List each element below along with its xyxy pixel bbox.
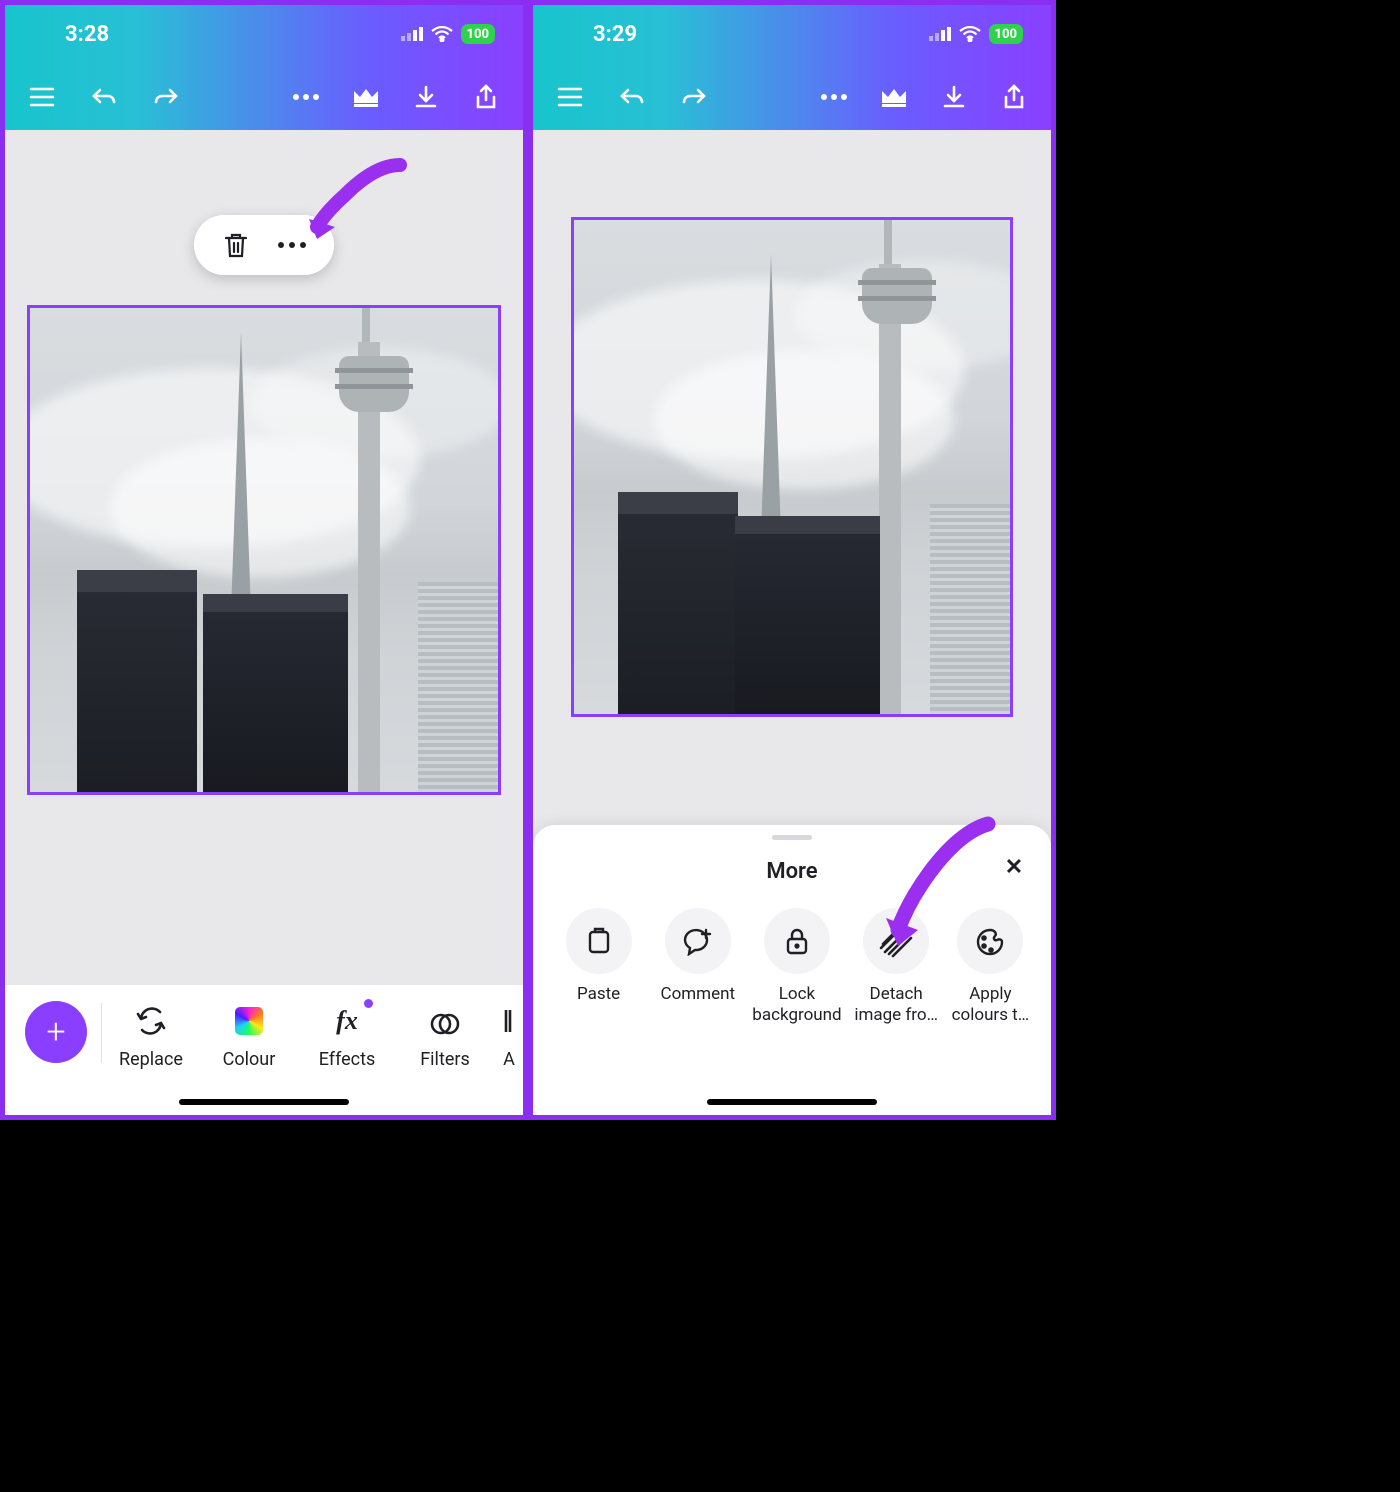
city-photo <box>30 308 498 792</box>
comment-icon <box>665 908 731 974</box>
crown-icon[interactable] <box>879 82 909 112</box>
selected-image[interactable] <box>27 305 501 795</box>
toolbar-label: Replace <box>119 1049 183 1070</box>
battery-indicator: 100 <box>461 24 496 44</box>
status-bar: 3:28 100 <box>5 5 523 63</box>
header-toolbar <box>533 63 1051 130</box>
city-photo <box>574 220 1010 714</box>
battery-indicator: 100 <box>989 24 1024 44</box>
bottom-toolbar: + Replace Colour fx Effects Filters A <box>5 985 523 1115</box>
signal-icon <box>401 27 423 41</box>
toolbar-item-filters[interactable]: Filters <box>396 997 494 1070</box>
more-header-icon[interactable] <box>291 82 321 112</box>
redo-icon[interactable] <box>151 82 181 112</box>
sheet-title: More <box>766 859 817 884</box>
app-header: 3:29 100 <box>533 5 1051 130</box>
action-label: Paste <box>577 984 620 1005</box>
redo-icon[interactable] <box>679 82 709 112</box>
wifi-icon <box>959 26 981 42</box>
toolbar-label: Effects <box>319 1049 376 1070</box>
toolbar-label: A <box>503 1049 515 1070</box>
action-label: Lock background <box>747 984 846 1027</box>
home-indicator <box>179 1099 349 1105</box>
app-header: 3:28 100 <box>5 5 523 130</box>
status-icons: 100 <box>401 24 496 44</box>
download-icon[interactable] <box>939 82 969 112</box>
screenshot-left: 3:28 100 <box>0 0 528 1120</box>
share-icon[interactable] <box>999 82 1029 112</box>
wifi-icon <box>431 26 453 42</box>
undo-icon[interactable] <box>89 82 119 112</box>
action-label: Detach image fro… <box>847 984 946 1027</box>
status-time: 3:29 <box>593 22 637 47</box>
selected-image[interactable] <box>571 217 1013 717</box>
action-lock-background[interactable]: Lock background <box>747 908 846 1027</box>
paste-icon <box>566 908 632 974</box>
toolbar-label: Filters <box>420 1049 470 1070</box>
sheet-handle[interactable] <box>772 835 812 840</box>
action-label: Comment <box>661 984 736 1005</box>
crown-icon[interactable] <box>351 82 381 112</box>
menu-icon[interactable] <box>27 82 57 112</box>
signal-icon <box>929 27 951 41</box>
effects-icon: fx <box>329 1003 365 1039</box>
home-indicator <box>707 1099 877 1105</box>
colour-icon <box>231 1003 267 1039</box>
toolbar-item-effects[interactable]: fx Effects <box>298 997 396 1070</box>
download-icon[interactable] <box>411 82 441 112</box>
action-paste[interactable]: Paste <box>549 908 648 1027</box>
status-icons: 100 <box>929 24 1024 44</box>
annotation-arrow-icon <box>305 155 415 245</box>
screenshot-right: 3:29 100 <box>528 0 1056 1120</box>
filters-icon <box>427 1003 463 1039</box>
status-time: 3:28 <box>65 22 109 47</box>
add-button[interactable]: + <box>25 1001 87 1063</box>
action-comment[interactable]: Comment <box>648 908 747 1027</box>
header-toolbar <box>5 63 523 130</box>
share-icon[interactable] <box>471 82 501 112</box>
action-label: Apply colours t… <box>946 984 1035 1027</box>
annotation-arrow-icon <box>880 812 1000 952</box>
status-bar: 3:29 100 <box>533 5 1051 63</box>
toolbar-item-next-partial[interactable]: A <box>494 997 523 1070</box>
more-header-icon[interactable] <box>819 82 849 112</box>
lock-icon <box>764 908 830 974</box>
trash-icon[interactable] <box>222 231 250 259</box>
toolbar-item-replace[interactable]: Replace <box>102 997 200 1070</box>
toolbar-item-colour[interactable]: Colour <box>200 997 298 1070</box>
close-icon[interactable]: ✕ <box>999 852 1029 882</box>
toolbar-label: Colour <box>223 1049 276 1070</box>
menu-icon[interactable] <box>555 82 585 112</box>
more-pill-icon[interactable] <box>278 231 306 259</box>
replace-icon <box>133 1003 169 1039</box>
partial-icon <box>491 1003 523 1039</box>
undo-icon[interactable] <box>617 82 647 112</box>
